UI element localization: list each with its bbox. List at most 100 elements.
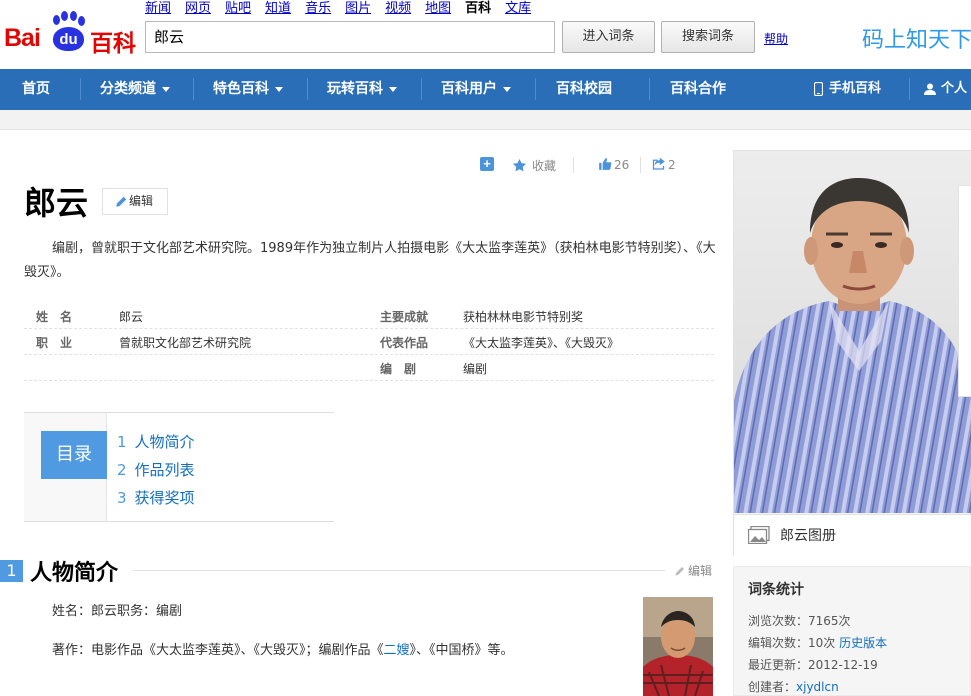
collect-button[interactable]: 收藏	[512, 157, 556, 175]
logo-baike-text: 百科	[90, 31, 136, 57]
collect-label: 收藏	[532, 159, 557, 173]
product-link-web[interactable]: 网页	[185, 1, 211, 16]
caret-down-icon	[503, 86, 511, 92]
section-edit-button[interactable]: 编辑	[674, 562, 712, 579]
caret-down-icon	[162, 86, 170, 92]
search-input[interactable]: 郎云	[145, 21, 555, 53]
portrait-photo-image	[734, 151, 971, 513]
info-key: 编 剧	[380, 362, 417, 376]
stats-updated-label: 最近更新：	[748, 658, 809, 672]
pencil-icon	[675, 567, 684, 576]
nav-category-label: 分类频道	[100, 81, 156, 97]
info-key: 职 业	[36, 336, 73, 350]
share-icon	[652, 157, 665, 170]
nav-shadow-strip	[0, 110, 971, 130]
thumbs-up-icon	[599, 158, 612, 170]
info-key: 代表作品	[380, 336, 429, 350]
like-count: 26	[614, 158, 630, 172]
stats-edits: 编辑次数：10次 历史版本	[748, 634, 887, 651]
share-count: 2	[668, 158, 676, 172]
table-of-contents: 目录 1 人物简介 2 作品列表 3 获得奖项	[24, 412, 334, 522]
stats-title: 词条统计	[748, 582, 804, 598]
main-photo-card: 郎云图册	[733, 150, 971, 556]
basic-info-box: 姓 名 郎云 主要成就 获柏林林电影节特别奖 职 业 曾就职文化部艺术研究院 代…	[24, 303, 714, 381]
caret-down-icon	[275, 86, 283, 92]
edit-entry-button[interactable]: 编辑	[102, 188, 168, 215]
nav-mobile[interactable]: 手机百科	[813, 69, 882, 110]
nav-special[interactable]: 特色百科	[213, 69, 283, 110]
nav-personal[interactable]: 个人	[924, 69, 967, 110]
nav-divider	[307, 78, 308, 100]
slogan-banner[interactable]: 码上知天下	[862, 22, 971, 54]
toc-label: 目录	[41, 431, 107, 479]
info-value: 编剧	[463, 362, 488, 376]
nav-play-label: 玩转百科	[327, 81, 383, 97]
section-photo[interactable]	[643, 597, 713, 696]
nav-users-label: 百科用户	[441, 81, 497, 97]
product-link-zhidao[interactable]: 知道	[265, 1, 291, 16]
section-edit-label: 编辑	[688, 564, 713, 578]
product-link-wenku[interactable]: 文库	[505, 1, 531, 16]
nav-special-label: 特色百科	[213, 81, 269, 97]
user-icon	[924, 83, 936, 95]
product-link-news[interactable]: 新闻	[145, 1, 171, 16]
enter-entry-button[interactable]: 进入词条	[562, 21, 655, 53]
work-link-ersao[interactable]: 二嫂	[384, 643, 410, 658]
history-version-link[interactable]: 历史版本	[839, 636, 887, 650]
toolbar-divider	[573, 157, 574, 173]
product-link-tieba[interactable]: 贴吧	[225, 1, 251, 16]
entry-summary: 编剧，曾就职于文化部艺术研究院。1989年作为独立制片人拍摄电影《大太监李莲英》…	[24, 241, 716, 280]
like-button[interactable]: 26	[598, 157, 629, 175]
toc-item-number: 3	[117, 489, 127, 507]
creator-link[interactable]: xjydlcn	[796, 680, 839, 694]
nav-category[interactable]: 分类频道	[100, 69, 170, 110]
product-link-video[interactable]: 视频	[385, 1, 411, 16]
logo-du-text: du	[53, 27, 84, 51]
stats-views: 浏览次数：7165次	[748, 612, 851, 629]
stats-views-value: 7165次	[808, 614, 851, 628]
add-plus-icon[interactable]: +	[480, 157, 494, 171]
baidu-baike-logo[interactable]: Bai du 百科	[4, 4, 136, 57]
bio-name-job: 姓名：郎云职务：编剧	[52, 604, 183, 619]
toc-item-number: 1	[117, 433, 127, 451]
nav-campus[interactable]: 百科校园	[556, 69, 612, 110]
nav-home-label: 首页	[22, 81, 50, 97]
nav-users[interactable]: 百科用户	[441, 69, 511, 110]
nav-home[interactable]: 首页	[22, 69, 50, 110]
toc-item-3[interactable]: 3 获得奖项	[117, 487, 195, 508]
info-key: 主要成就	[380, 310, 429, 324]
info-value: 曾就职文化部艺术研究院	[119, 336, 252, 350]
help-link[interactable]: 帮助	[764, 30, 788, 47]
top-bar: Bai du 百科 新闻 网页 贴吧 知道 音乐 图片 视频 地图百科 文库 郎云 进入词条 搜…	[0, 0, 971, 69]
bio-works-text-end: 》、《中国桥》等。	[409, 643, 514, 658]
nav-campus-label: 百科校园	[556, 81, 612, 97]
info-key: 姓 名	[36, 310, 73, 324]
star-icon	[512, 158, 527, 172]
album-label: 郎云图册	[780, 528, 836, 544]
stats-views-label: 浏览次数：	[748, 614, 809, 628]
toc-item-2[interactable]: 2 作品列表	[117, 459, 195, 480]
phone-icon	[813, 81, 824, 96]
floating-side-panel-edge[interactable]	[958, 185, 971, 397]
toc-item-text: 获得奖项	[134, 489, 195, 507]
main-photo[interactable]	[734, 151, 971, 513]
section-divider	[133, 570, 665, 571]
nav-play[interactable]: 玩转百科	[327, 69, 397, 110]
product-link-music[interactable]: 音乐	[305, 1, 331, 16]
toolbar-divider	[640, 157, 641, 173]
product-link-images[interactable]: 图片	[345, 1, 371, 16]
toc-item-1[interactable]: 1 人物简介	[117, 431, 195, 452]
image-gallery-icon	[748, 526, 770, 544]
info-row: 职 业 曾就职文化部艺术研究院 代表作品 《大太监李莲英》、《大毁灭》	[24, 329, 714, 355]
share-button[interactable]: 2	[651, 157, 676, 175]
product-link-map[interactable]: 地图	[425, 1, 451, 16]
paw-icon: du	[50, 11, 86, 51]
portrait-thumbnail-image	[643, 597, 713, 696]
main-nav: 首页 分类频道 特色百科 玩转百科 百科用户 百科校园 百科合作 手机百科 个人	[0, 69, 971, 110]
nav-mobile-label: 手机百科	[829, 81, 882, 96]
photo-album-link[interactable]: 郎云图册	[734, 514, 971, 556]
stats-edits-value: 10次	[808, 636, 836, 650]
nav-cooperation[interactable]: 百科合作	[670, 69, 726, 110]
nav-divider	[421, 78, 422, 100]
search-entry-button[interactable]: 搜索词条	[661, 21, 755, 53]
